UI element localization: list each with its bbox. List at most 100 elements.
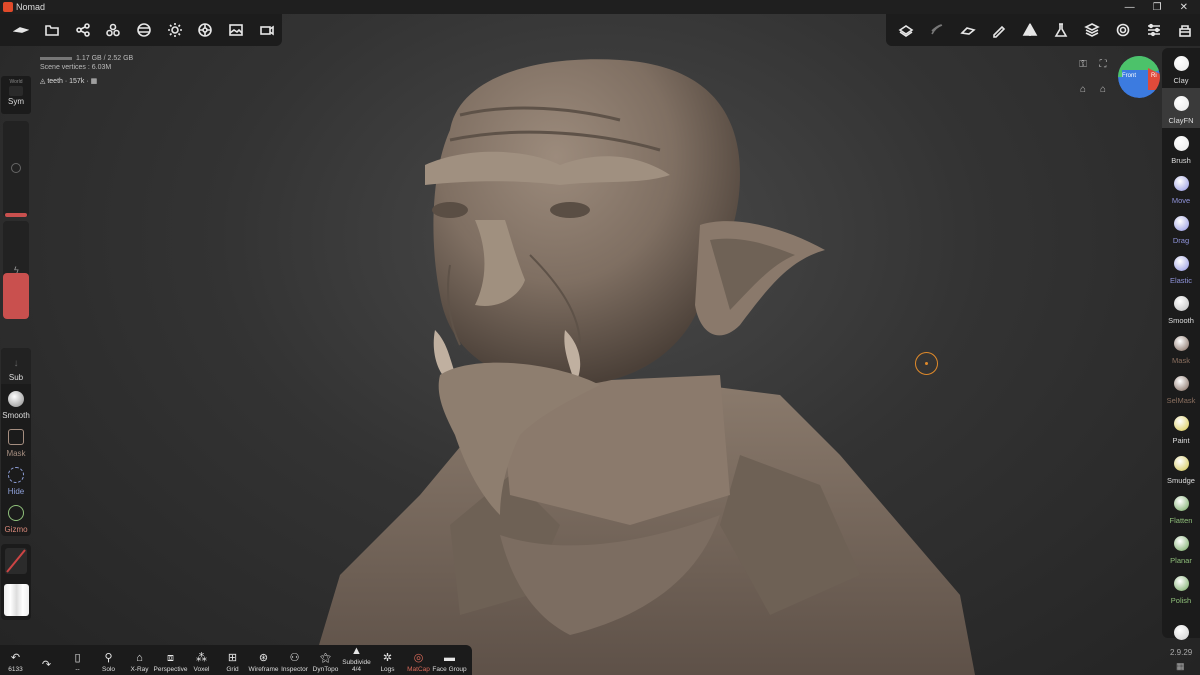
topology-icon[interactable] (890, 16, 921, 44)
light-icon[interactable] (159, 16, 190, 44)
hide-label: Hide (7, 487, 25, 496)
postprocess-icon[interactable] (190, 16, 221, 44)
menu-icon[interactable] (6, 16, 37, 44)
clayfn-tool-label: ClayFN (1168, 116, 1194, 125)
xray-button[interactable]: ⌂ X-Ray (124, 645, 155, 675)
plugins-icon[interactable] (1169, 16, 1200, 44)
smooth-tool[interactable]: Smooth (1, 384, 31, 422)
lock-icon[interactable]: ⚿ (1077, 59, 1089, 71)
perspective-button[interactable]: ⧈ Perspective (154, 645, 188, 675)
stats-button[interactable]: ▯ -- (62, 645, 93, 675)
polish-icon (1173, 576, 1189, 591)
home-icon[interactable]: ⌂ (1097, 84, 1109, 96)
brush-tool[interactable]: Brush (1162, 128, 1200, 168)
painting-icon[interactable] (983, 16, 1014, 44)
stats-button-label: -- (75, 666, 80, 673)
close-button[interactable]: ✕ (1180, 2, 1188, 13)
brush-icon (1173, 136, 1189, 151)
clayfn-tool[interactable]: ClayFN (1162, 88, 1200, 128)
grid-button-label: Grid (226, 666, 239, 673)
intensity-slider[interactable]: ϟ (3, 221, 29, 319)
stroke-icon[interactable] (921, 16, 952, 44)
primitives-icon[interactable] (98, 16, 129, 44)
layers-icon[interactable] (1076, 16, 1107, 44)
symmetry-icon[interactable] (1014, 16, 1045, 44)
voxel-button[interactable]: ⁂ Voxel (186, 645, 217, 675)
symmetry-toggle[interactable]: World Sym (1, 76, 31, 114)
dyntopo-button[interactable]: ⚝ DynTopo (310, 645, 341, 675)
intensity-icon: ϟ (14, 265, 19, 275)
paint-tool[interactable]: Paint (1162, 408, 1200, 448)
mask-tool[interactable]: Mask (1, 422, 31, 460)
smudge-tool[interactable]: Smudge (1162, 448, 1200, 488)
no-color-swatch[interactable] (5, 548, 27, 574)
minimize-button[interactable]: — (1125, 2, 1135, 13)
selmask-tool[interactable]: SelMask (1162, 368, 1200, 408)
more-tool[interactable] (1162, 608, 1200, 648)
mesh-name: teeth (47, 78, 63, 85)
mesh-info[interactable]: ◬ teeth · 157k · ▦ (40, 77, 97, 85)
maximize-button[interactable]: ❐ (1153, 2, 1162, 13)
radius-icon (11, 163, 21, 173)
radius-slider[interactable] (3, 121, 29, 217)
color-swatches (1, 544, 31, 620)
camera-icon[interactable] (251, 16, 282, 44)
grid-button[interactable]: ⊞ Grid (217, 645, 248, 675)
matcap-icon: ◎ (413, 652, 424, 664)
matcap-button[interactable]: ◎ MatCap (403, 645, 434, 675)
hide-tool[interactable]: Hide (1, 460, 31, 498)
redo-button[interactable]: ↷ (31, 645, 62, 675)
move-tool[interactable]: Move (1162, 168, 1200, 208)
logs-button[interactable]: ✲ Logs (372, 645, 403, 675)
left-quick-tools: ↓ Sub Smooth Mask Hide Gizmo (1, 348, 31, 536)
top-right-toolbar (886, 14, 1200, 46)
solo-button[interactable]: ⚲ Solo (93, 645, 124, 675)
flatten-tool[interactable]: Flatten (1162, 488, 1200, 528)
planar-tool[interactable]: Planar (1162, 528, 1200, 568)
inspector-button[interactable]: ⚇ Inspector (279, 645, 310, 675)
background-icon[interactable] (221, 16, 252, 44)
sculpt-viewport[interactable] (300, 55, 980, 675)
subdivide-button[interactable]: ▲ Subdivide 4/4 (341, 645, 372, 675)
fullscreen-icon[interactable]: ⛶ (1097, 59, 1109, 71)
folder-icon[interactable] (37, 16, 68, 44)
gizmo-tool[interactable]: Gizmo (1, 498, 31, 536)
drag-tool-label: Drag (1172, 236, 1190, 245)
undo-button[interactable]: ↶ 6133 (0, 645, 31, 675)
viewcube-front-label: Front (1122, 73, 1137, 79)
clayfn-icon (1173, 96, 1189, 111)
stats-icon: ▯ (74, 652, 81, 664)
radius-slider-handle[interactable] (5, 213, 27, 217)
scene-graph-icon[interactable] (67, 16, 98, 44)
camera-view-icon[interactable]: ⌂ (1077, 84, 1089, 96)
selmask-icon (1173, 376, 1189, 391)
smooth-right-tool[interactable]: Smooth (1162, 288, 1200, 328)
brush-tool-label: Brush (1171, 156, 1191, 165)
lab-icon[interactable] (1045, 16, 1076, 44)
grid-status-icon: ▦ (1176, 661, 1185, 671)
version-label: 2.9.29 (1170, 648, 1193, 657)
symmetry-label: Sym (8, 97, 24, 106)
settings-icon[interactable] (1107, 16, 1138, 44)
selmask-tool-label: SelMask (1166, 396, 1196, 405)
wireframe-button-label: Wireframe (248, 666, 279, 673)
window-title: Nomad (16, 2, 46, 12)
viewcube[interactable]: Front Ri (1118, 56, 1160, 98)
face-group-button[interactable]: ▬ Face Group (432, 645, 466, 675)
clay-tool[interactable]: Clay (1162, 48, 1200, 88)
elastic-tool[interactable]: Elastic (1162, 248, 1200, 288)
sub-tool[interactable]: ↓ Sub (1, 348, 31, 384)
drag-tool[interactable]: Drag (1162, 208, 1200, 248)
solo-button-label: Solo (101, 666, 115, 673)
matcap-swatch[interactable] (4, 584, 29, 616)
wireframe-button[interactable]: ⊛ Wireframe (248, 645, 279, 675)
tool-settings-icon[interactable] (952, 16, 983, 44)
interface-icon[interactable] (1138, 16, 1169, 44)
drag-icon (1173, 216, 1189, 231)
material-icon[interactable] (129, 16, 160, 44)
move-icon (1173, 176, 1189, 191)
clay-tool-label: Clay (1173, 76, 1189, 85)
mask-right-tool[interactable]: Mask (1162, 328, 1200, 368)
subdivide-icon: ▲ (351, 645, 362, 657)
polish-tool[interactable]: Polish (1162, 568, 1200, 608)
